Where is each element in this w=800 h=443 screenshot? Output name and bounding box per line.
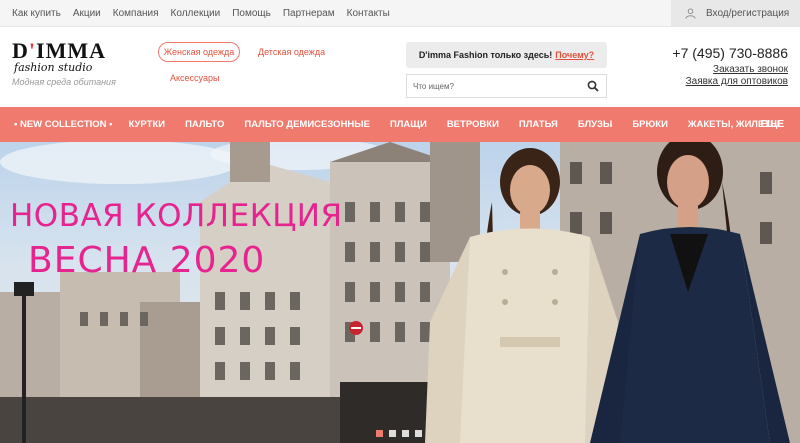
nav-item-blouses[interactable]: БЛУЗЫ [578, 119, 612, 130]
nav-item-trousers[interactable]: БРЮКИ [632, 119, 668, 130]
logo-studio: fashion studio [14, 61, 93, 74]
top-links: Как купить Акции Компания Коллекции Помо… [12, 0, 390, 27]
category-accessories[interactable]: Аксессуары [170, 73, 219, 83]
logo-brand: D'IMMA [12, 38, 106, 63]
nav-item-new-collection[interactable]: • NEW COLLECTION • [14, 119, 112, 130]
hero-title-line2: ВЕСНА 2020 [28, 240, 266, 281]
category-kids[interactable]: Детская одежда [258, 47, 325, 57]
top-link-company[interactable]: Компания [113, 8, 159, 19]
promo-banner: D'imma Fashion только здесь! Почему? [406, 42, 607, 68]
logo-slogan: Модная среда обитания [12, 77, 116, 87]
slider-dot-3[interactable] [402, 430, 409, 437]
promo-text: D'imma Fashion только здесь! [418, 50, 553, 60]
top-link-contacts[interactable]: Контакты [347, 8, 390, 19]
nav-item-demiseason-coats[interactable]: ПАЛЬТО ДЕМИСЕЗОННЫЕ [244, 119, 370, 130]
nav-item-jackets[interactable]: КУРТКИ [128, 119, 165, 130]
nav-item-more[interactable]: ЕЩЕ [760, 119, 784, 130]
slider-dot-1[interactable] [376, 430, 383, 437]
search-box [406, 74, 607, 98]
top-link-help[interactable]: Помощь [232, 8, 271, 19]
slider-dot-2[interactable] [389, 430, 396, 437]
top-bar: Как купить Акции Компания Коллекции Помо… [0, 0, 800, 27]
main-nav: • NEW COLLECTION • КУРТКИ ПАЛЬТО ПАЛЬТО … [0, 107, 800, 142]
top-link-collections[interactable]: Коллекции [171, 8, 221, 19]
hero-slider[interactable]: НОВАЯ КОЛЛЕКЦИЯ ВЕСНА 2020 [0, 142, 800, 443]
top-link-how-to-buy[interactable]: Как купить [12, 8, 61, 19]
hero-image [0, 142, 800, 443]
logo[interactable]: D'IMMA fashion studio Модная среда обита… [12, 40, 137, 95]
nav-item-raincoats[interactable]: ПЛАЩИ [390, 119, 427, 130]
search-input[interactable] [407, 75, 582, 97]
login-button[interactable]: Вход/регистрация [671, 0, 800, 27]
phone-number[interactable]: +7 (495) 730-8886 [672, 45, 788, 61]
slider-dots [376, 430, 422, 437]
slider-dot-4[interactable] [415, 430, 422, 437]
nav-item-coats[interactable]: ПАЛЬТО [185, 119, 224, 130]
category-women[interactable]: Женская одежда [158, 42, 240, 62]
hero-title-line1: НОВАЯ КОЛЛЕКЦИЯ [10, 198, 343, 234]
promo-why-link[interactable]: Почему? [555, 50, 594, 60]
user-icon [685, 8, 696, 19]
wholesale-link[interactable]: Заявка для оптовиков [686, 76, 788, 87]
top-link-promotions[interactable]: Акции [73, 8, 101, 19]
nav-item-windbreakers[interactable]: ВЕТРОВКИ [447, 119, 499, 130]
search-icon[interactable] [587, 80, 599, 92]
login-label: Вход/регистрация [706, 8, 790, 19]
top-link-partners[interactable]: Партнерам [283, 8, 335, 19]
callback-link[interactable]: Заказать звонок [713, 64, 788, 75]
nav-item-dresses[interactable]: ПЛАТЬЯ [519, 119, 558, 130]
